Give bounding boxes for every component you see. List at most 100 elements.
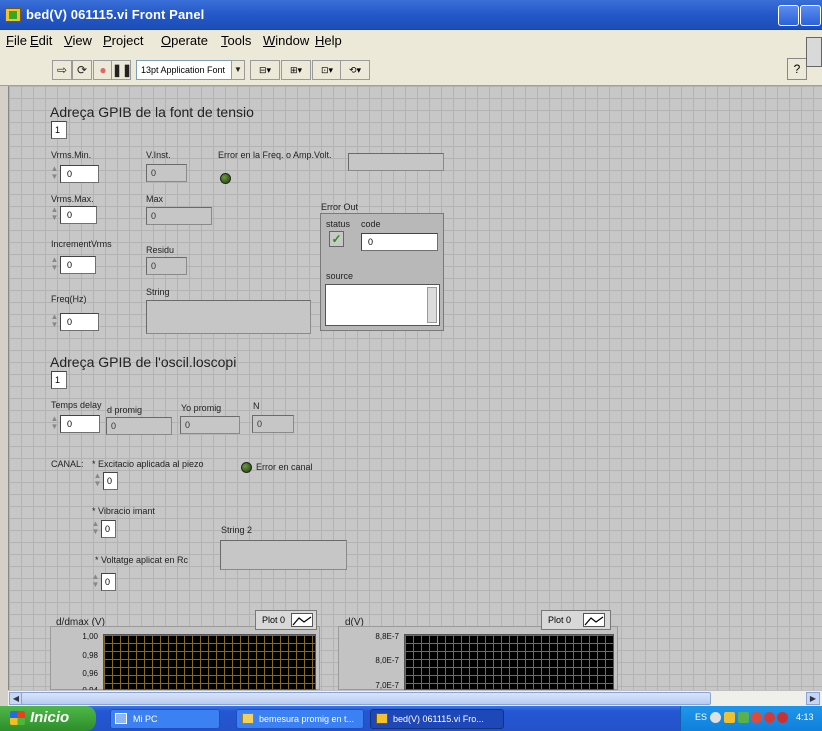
increment-input[interactable]: 0	[60, 256, 96, 274]
n-label: N	[253, 401, 260, 411]
freq-input[interactable]: 0	[60, 313, 99, 331]
vibracio-input[interactable]: 0	[101, 520, 116, 538]
increment-spin[interactable]: ▲ ▼	[50, 256, 59, 274]
max-label: Max	[146, 194, 164, 204]
source-scrollbar[interactable]	[427, 287, 437, 323]
run-arrow-icon[interactable]: ⇨	[52, 60, 72, 80]
windows-logo-icon	[10, 711, 25, 725]
reorder-icon[interactable]: ⟲▾	[340, 60, 370, 80]
menu-tools[interactable]: Tools	[221, 33, 251, 48]
menu-operate[interactable]: Operate	[161, 33, 208, 48]
clock: 4:13	[796, 712, 814, 722]
gpib-osc-input[interactable]: 1	[51, 371, 67, 389]
language-indicator[interactable]: ES	[695, 712, 707, 722]
graph2-legend-label: Plot 0	[548, 615, 572, 625]
canal-label: CANAL:	[51, 459, 84, 469]
d-promig-indicator: 0	[106, 417, 172, 435]
graph2-tick: 7,0E-7	[375, 681, 399, 690]
graph2-tick: 8,8E-7	[375, 632, 399, 641]
pause-icon[interactable]: ❚❚	[111, 60, 132, 80]
graph1-tick: 0,96	[82, 669, 98, 678]
temps-delay-spin[interactable]: ▲ ▼	[50, 415, 59, 433]
voltatge-input[interactable]: 0	[101, 573, 116, 591]
scroll-right-icon[interactable]: ▶	[806, 692, 820, 705]
vibracio-label: * Vibracio imant	[92, 506, 155, 516]
freq-spin[interactable]: ▲ ▼	[50, 313, 59, 331]
graph1-tick: 0,98	[82, 651, 98, 660]
error-source-text	[325, 284, 440, 326]
computer-icon	[115, 713, 127, 724]
increment-label: IncrementVrms	[51, 239, 112, 249]
tray-security-icon[interactable]	[751, 712, 762, 723]
tray-alert-icon[interactable]	[764, 712, 775, 723]
error-freq-indicator	[348, 153, 444, 171]
vrms-max-input[interactable]: 0	[60, 206, 97, 224]
menu-help[interactable]: Help	[315, 33, 342, 48]
run-continuous-icon[interactable]: ⟳	[72, 60, 92, 80]
error-freq-label: Error en la Freq. o Amp.Volt.	[218, 150, 332, 160]
context-help-icon[interactable]: ?	[787, 58, 807, 80]
freq-label: Freq(Hz)	[51, 294, 87, 304]
graph2-tick: 8,0E-7	[375, 656, 399, 665]
string-indicator	[146, 300, 311, 334]
maximize-button[interactable]	[800, 5, 821, 26]
gpib-font-input[interactable]: 1	[51, 121, 67, 139]
font-select[interactable]: 13pt Application Font	[136, 60, 244, 80]
tray-network-icon[interactable]	[738, 712, 749, 723]
max-indicator: 0	[146, 207, 212, 225]
tray-update-icon[interactable]	[777, 712, 788, 723]
vrms-max-label: Vrms.Max.	[51, 194, 94, 204]
string2-label: String 2	[221, 525, 253, 535]
voltatge-label: * Voltatge aplicat en Rc	[95, 555, 189, 565]
error-canal-label: Error en canal	[256, 462, 313, 472]
d-promig-label: d promig	[107, 405, 143, 415]
scrollbar-thumb[interactable]	[21, 692, 711, 705]
error-source-label: source	[326, 271, 354, 281]
menu-project[interactable]: Project	[103, 33, 143, 48]
graph1-legend-label: Plot 0	[262, 615, 286, 625]
excitacio-input[interactable]: 0	[103, 472, 118, 490]
menu-edit[interactable]: Edit	[30, 33, 52, 48]
vrms-max-spin[interactable]: ▲ ▼	[50, 206, 59, 224]
taskbar-item-label: bed(V) 061115.vi Fro...	[393, 714, 484, 724]
taskbar-item-label: Mi PC	[133, 714, 158, 724]
resize-objects-icon[interactable]: ⊡▾	[312, 60, 342, 80]
error-canal-led	[241, 462, 252, 473]
v-inst-label: V.Inst.	[146, 150, 171, 160]
gpib-font-label: Adreça GPIB de la font de tensio	[50, 104, 254, 120]
graph1-plot-area	[103, 634, 316, 690]
string2-indicator	[220, 540, 347, 570]
voltatge-spin[interactable]: ▲ ▼	[91, 573, 100, 591]
abort-icon[interactable]: ●	[93, 60, 113, 80]
tray-arrow-icon[interactable]	[710, 712, 721, 723]
distribute-objects-icon[interactable]: ⊞▾	[281, 60, 311, 80]
vi-icon-pane	[806, 37, 822, 67]
yo-promig-indicator: 0	[180, 416, 240, 434]
menu-view[interactable]: View	[64, 33, 92, 48]
labview-vi-icon	[376, 713, 388, 724]
excitacio-label: * Excitacio aplicada al piezo	[92, 459, 204, 469]
vrms-min-spin[interactable]: ▲ ▼	[50, 165, 59, 183]
chevron-down-icon[interactable]: ▼	[231, 60, 245, 80]
menu-file[interactable]: File	[6, 33, 27, 48]
front-panel	[8, 86, 822, 690]
menu-window[interactable]: Window	[263, 33, 309, 48]
align-objects-icon[interactable]: ⊟▾	[250, 60, 280, 80]
excitacio-spin[interactable]: ▲ ▼	[93, 472, 102, 490]
error-status-label: status	[326, 219, 351, 229]
residu-label: Residu	[146, 245, 175, 255]
vibracio-spin[interactable]: ▲ ▼	[91, 520, 100, 538]
error-out-label: Error Out	[321, 202, 359, 212]
taskbar-item-labview[interactable]: bed(V) 061115.vi Fro...	[370, 709, 504, 729]
yo-promig-label: Yo promig	[181, 403, 222, 413]
plot-line-icon	[291, 613, 313, 627]
n-indicator: 0	[252, 415, 294, 433]
minimize-button[interactable]	[778, 5, 799, 26]
labview-vi-icon	[5, 8, 21, 22]
temps-delay-input[interactable]: 0	[60, 415, 100, 433]
error-code-label: code	[361, 219, 381, 229]
tray-app-icon[interactable]	[724, 712, 735, 723]
taskbar-item-folder[interactable]: bemesura promig en t...	[236, 709, 364, 729]
v-inst-indicator: 0	[146, 164, 187, 182]
vrms-min-input[interactable]: 0	[60, 165, 99, 183]
